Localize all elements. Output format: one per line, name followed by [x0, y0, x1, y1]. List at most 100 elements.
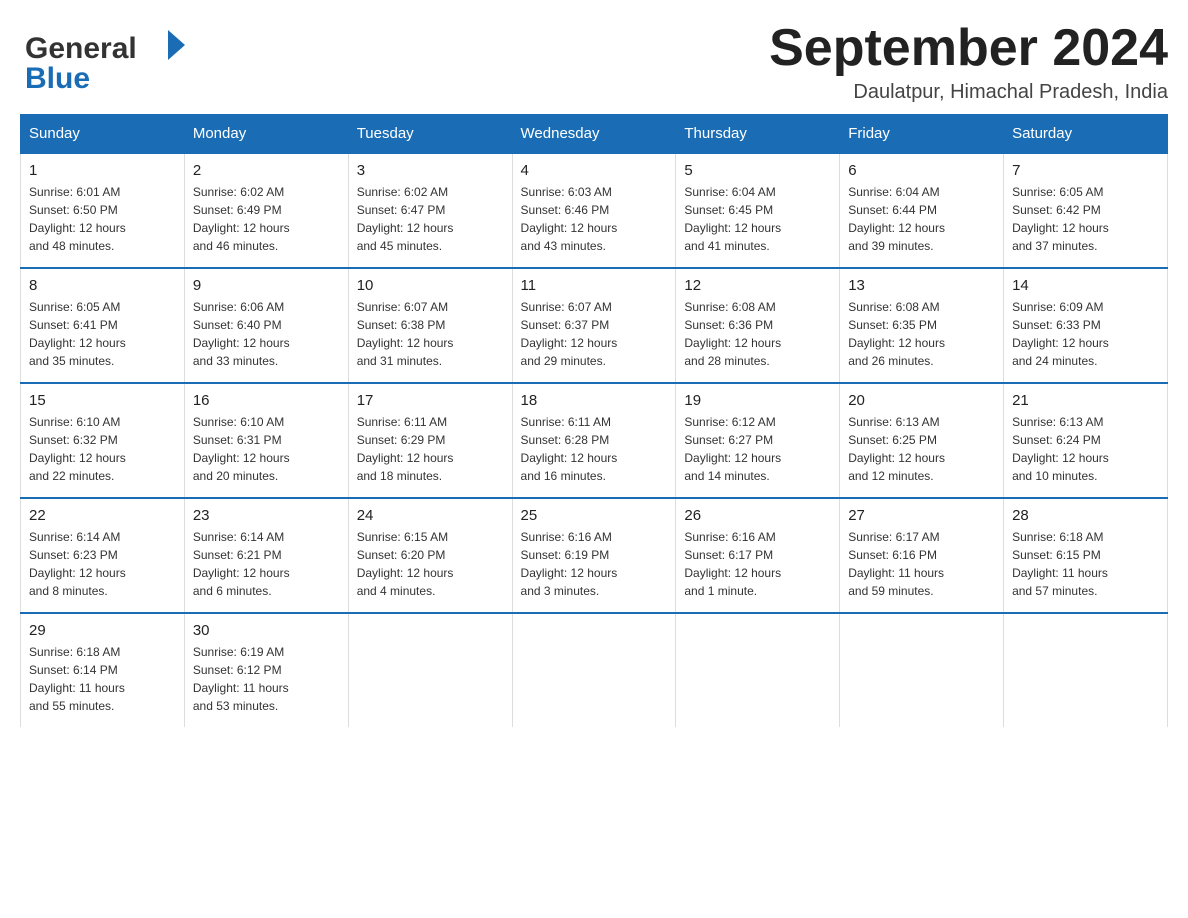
weekday-header-sunday: Sunday: [21, 115, 185, 154]
location-title: Daulatpur, Himachal Pradesh, India: [769, 81, 1168, 104]
week-row-2: 8 Sunrise: 6:05 AM Sunset: 6:41 PM Dayli…: [21, 268, 1168, 383]
day-number: 1: [29, 162, 176, 179]
day-info: Sunrise: 6:17 AM Sunset: 6:16 PM Dayligh…: [848, 528, 995, 600]
calendar-cell: 14 Sunrise: 6:09 AM Sunset: 6:33 PM Dayl…: [1004, 268, 1168, 383]
day-info: Sunrise: 6:12 AM Sunset: 6:27 PM Dayligh…: [684, 413, 831, 485]
day-number: 15: [29, 392, 176, 409]
day-info: Sunrise: 6:16 AM Sunset: 6:17 PM Dayligh…: [684, 528, 831, 600]
day-number: 22: [29, 507, 176, 524]
day-info: Sunrise: 6:14 AM Sunset: 6:23 PM Dayligh…: [29, 528, 176, 600]
week-row-5: 29 Sunrise: 6:18 AM Sunset: 6:14 PM Dayl…: [21, 613, 1168, 727]
day-info: Sunrise: 6:18 AM Sunset: 6:14 PM Dayligh…: [29, 643, 176, 715]
day-number: 27: [848, 507, 995, 524]
calendar-cell: 11 Sunrise: 6:07 AM Sunset: 6:37 PM Dayl…: [512, 268, 676, 383]
day-number: 11: [521, 277, 668, 294]
day-number: 14: [1012, 277, 1159, 294]
calendar-cell: [348, 613, 512, 727]
day-info: Sunrise: 6:02 AM Sunset: 6:47 PM Dayligh…: [357, 183, 504, 255]
day-number: 8: [29, 277, 176, 294]
calendar-cell: [1004, 613, 1168, 727]
day-number: 26: [684, 507, 831, 524]
calendar-cell: 17 Sunrise: 6:11 AM Sunset: 6:29 PM Dayl…: [348, 383, 512, 498]
day-info: Sunrise: 6:07 AM Sunset: 6:37 PM Dayligh…: [521, 298, 668, 370]
day-info: Sunrise: 6:09 AM Sunset: 6:33 PM Dayligh…: [1012, 298, 1159, 370]
calendar-cell: 25 Sunrise: 6:16 AM Sunset: 6:19 PM Dayl…: [512, 498, 676, 613]
calendar-cell: 20 Sunrise: 6:13 AM Sunset: 6:25 PM Dayl…: [840, 383, 1004, 498]
weekday-header-tuesday: Tuesday: [348, 115, 512, 154]
calendar-cell: 19 Sunrise: 6:12 AM Sunset: 6:27 PM Dayl…: [676, 383, 840, 498]
day-info: Sunrise: 6:10 AM Sunset: 6:31 PM Dayligh…: [193, 413, 340, 485]
day-info: Sunrise: 6:13 AM Sunset: 6:24 PM Dayligh…: [1012, 413, 1159, 485]
day-info: Sunrise: 6:15 AM Sunset: 6:20 PM Dayligh…: [357, 528, 504, 600]
logo-svg: General Blue: [20, 20, 190, 95]
calendar-table: SundayMondayTuesdayWednesdayThursdayFrid…: [20, 114, 1168, 727]
day-number: 6: [848, 162, 995, 179]
calendar-cell: 5 Sunrise: 6:04 AM Sunset: 6:45 PM Dayli…: [676, 153, 840, 268]
day-number: 18: [521, 392, 668, 409]
svg-text:General: General: [25, 32, 137, 65]
calendar-cell: [840, 613, 1004, 727]
day-number: 3: [357, 162, 504, 179]
calendar-cell: 29 Sunrise: 6:18 AM Sunset: 6:14 PM Dayl…: [21, 613, 185, 727]
week-row-1: 1 Sunrise: 6:01 AM Sunset: 6:50 PM Dayli…: [21, 153, 1168, 268]
day-info: Sunrise: 6:04 AM Sunset: 6:45 PM Dayligh…: [684, 183, 831, 255]
day-number: 20: [848, 392, 995, 409]
page-header: General Blue September 2024 Daulatpur, H…: [20, 20, 1168, 104]
calendar-cell: 8 Sunrise: 6:05 AM Sunset: 6:41 PM Dayli…: [21, 268, 185, 383]
calendar-cell: 1 Sunrise: 6:01 AM Sunset: 6:50 PM Dayli…: [21, 153, 185, 268]
day-number: 29: [29, 622, 176, 639]
day-info: Sunrise: 6:04 AM Sunset: 6:44 PM Dayligh…: [848, 183, 995, 255]
weekday-header-monday: Monday: [184, 115, 348, 154]
svg-text:Blue: Blue: [25, 62, 90, 95]
weekday-header-friday: Friday: [840, 115, 1004, 154]
calendar-cell: 6 Sunrise: 6:04 AM Sunset: 6:44 PM Dayli…: [840, 153, 1004, 268]
month-title: September 2024: [769, 20, 1168, 77]
calendar-cell: 16 Sunrise: 6:10 AM Sunset: 6:31 PM Dayl…: [184, 383, 348, 498]
weekday-header-thursday: Thursday: [676, 115, 840, 154]
calendar-cell: 23 Sunrise: 6:14 AM Sunset: 6:21 PM Dayl…: [184, 498, 348, 613]
day-number: 13: [848, 277, 995, 294]
day-info: Sunrise: 6:05 AM Sunset: 6:42 PM Dayligh…: [1012, 183, 1159, 255]
day-info: Sunrise: 6:06 AM Sunset: 6:40 PM Dayligh…: [193, 298, 340, 370]
day-info: Sunrise: 6:01 AM Sunset: 6:50 PM Dayligh…: [29, 183, 176, 255]
day-number: 23: [193, 507, 340, 524]
day-info: Sunrise: 6:11 AM Sunset: 6:29 PM Dayligh…: [357, 413, 504, 485]
day-number: 16: [193, 392, 340, 409]
calendar-cell: [676, 613, 840, 727]
calendar-cell: 10 Sunrise: 6:07 AM Sunset: 6:38 PM Dayl…: [348, 268, 512, 383]
calendar-cell: 22 Sunrise: 6:14 AM Sunset: 6:23 PM Dayl…: [21, 498, 185, 613]
calendar-cell: 26 Sunrise: 6:16 AM Sunset: 6:17 PM Dayl…: [676, 498, 840, 613]
calendar-cell: 18 Sunrise: 6:11 AM Sunset: 6:28 PM Dayl…: [512, 383, 676, 498]
weekday-header-saturday: Saturday: [1004, 115, 1168, 154]
day-number: 9: [193, 277, 340, 294]
calendar-cell: 15 Sunrise: 6:10 AM Sunset: 6:32 PM Dayl…: [21, 383, 185, 498]
day-info: Sunrise: 6:18 AM Sunset: 6:15 PM Dayligh…: [1012, 528, 1159, 600]
day-number: 4: [521, 162, 668, 179]
day-number: 10: [357, 277, 504, 294]
day-number: 7: [1012, 162, 1159, 179]
calendar-cell: 7 Sunrise: 6:05 AM Sunset: 6:42 PM Dayli…: [1004, 153, 1168, 268]
day-info: Sunrise: 6:02 AM Sunset: 6:49 PM Dayligh…: [193, 183, 340, 255]
day-info: Sunrise: 6:03 AM Sunset: 6:46 PM Dayligh…: [521, 183, 668, 255]
day-info: Sunrise: 6:08 AM Sunset: 6:35 PM Dayligh…: [848, 298, 995, 370]
day-info: Sunrise: 6:11 AM Sunset: 6:28 PM Dayligh…: [521, 413, 668, 485]
calendar-cell: 2 Sunrise: 6:02 AM Sunset: 6:49 PM Dayli…: [184, 153, 348, 268]
logo: General Blue: [20, 20, 190, 95]
calendar-cell: 27 Sunrise: 6:17 AM Sunset: 6:16 PM Dayl…: [840, 498, 1004, 613]
day-number: 2: [193, 162, 340, 179]
day-number: 17: [357, 392, 504, 409]
day-number: 30: [193, 622, 340, 639]
day-number: 28: [1012, 507, 1159, 524]
day-info: Sunrise: 6:07 AM Sunset: 6:38 PM Dayligh…: [357, 298, 504, 370]
day-info: Sunrise: 6:05 AM Sunset: 6:41 PM Dayligh…: [29, 298, 176, 370]
day-info: Sunrise: 6:08 AM Sunset: 6:36 PM Dayligh…: [684, 298, 831, 370]
day-number: 25: [521, 507, 668, 524]
day-info: Sunrise: 6:16 AM Sunset: 6:19 PM Dayligh…: [521, 528, 668, 600]
day-info: Sunrise: 6:13 AM Sunset: 6:25 PM Dayligh…: [848, 413, 995, 485]
day-number: 5: [684, 162, 831, 179]
calendar-cell: 24 Sunrise: 6:15 AM Sunset: 6:20 PM Dayl…: [348, 498, 512, 613]
weekday-header-wednesday: Wednesday: [512, 115, 676, 154]
calendar-cell: 3 Sunrise: 6:02 AM Sunset: 6:47 PM Dayli…: [348, 153, 512, 268]
calendar-cell: 12 Sunrise: 6:08 AM Sunset: 6:36 PM Dayl…: [676, 268, 840, 383]
calendar-cell: 30 Sunrise: 6:19 AM Sunset: 6:12 PM Dayl…: [184, 613, 348, 727]
